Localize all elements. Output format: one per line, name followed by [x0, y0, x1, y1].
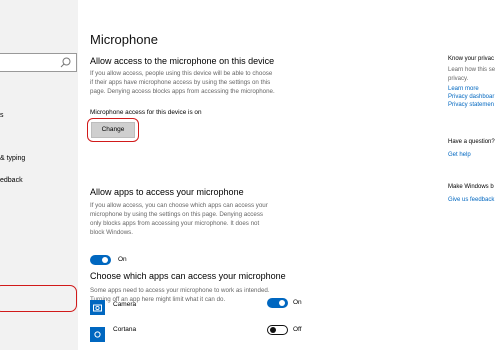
- camera-toggle-label: On: [293, 299, 302, 306]
- sidebar-selection-highlight: [0, 285, 77, 312]
- privacy-statement-link[interactable]: Privacy statemen: [448, 102, 494, 108]
- change-button[interactable]: Change: [91, 122, 135, 138]
- device-access-description: If you allow access, people using this d…: [90, 70, 275, 95]
- app-access-heading: Allow apps to access your microphone: [90, 187, 244, 197]
- search-icon: [60, 57, 71, 68]
- app-access-toggle[interactable]: [90, 255, 111, 265]
- device-access-status: Microphone access for this device is on: [90, 109, 202, 116]
- page-title: Microphone: [90, 32, 158, 47]
- privacy-dashboard-link[interactable]: Privacy dashboar: [448, 94, 494, 100]
- give-feedback-link[interactable]: Give us feedback: [448, 197, 494, 203]
- search-input[interactable]: [0, 53, 77, 72]
- get-help-link[interactable]: Get help: [448, 152, 471, 158]
- privacy-text: Learn how this se privacy.: [448, 67, 496, 82]
- cortana-icon: [90, 327, 105, 342]
- main-content: Microphone Allow access to the microphon…: [87, 0, 420, 350]
- cortana-toggle-label: Off: [293, 326, 302, 333]
- sidebar-item-partial[interactable]: s: [0, 112, 4, 119]
- windows-feedback-heading: Make Windows b: [448, 184, 494, 190]
- camera-app-name: Camera: [113, 301, 137, 308]
- sidebar-item-feedback[interactable]: edback: [0, 177, 23, 184]
- sidebar-item-typing[interactable]: & typing: [0, 155, 25, 162]
- camera-icon: [90, 300, 105, 315]
- cortana-app-name: Cortana: [113, 326, 137, 333]
- question-heading: Have a question?: [448, 139, 495, 145]
- choose-apps-heading: Choose which apps can access your microp…: [90, 271, 286, 281]
- learn-more-link[interactable]: Learn more: [448, 86, 479, 92]
- camera-toggle[interactable]: [267, 298, 288, 308]
- app-access-toggle-label: On: [118, 256, 127, 263]
- device-access-heading: Allow access to the microphone on this d…: [90, 56, 275, 66]
- privacy-heading: Know your privac: [448, 56, 495, 62]
- related-panel: Know your privac Learn how this se priva…: [448, 0, 501, 350]
- cortana-toggle[interactable]: [267, 325, 288, 335]
- app-access-description: If you allow access, you can choose whic…: [90, 202, 268, 236]
